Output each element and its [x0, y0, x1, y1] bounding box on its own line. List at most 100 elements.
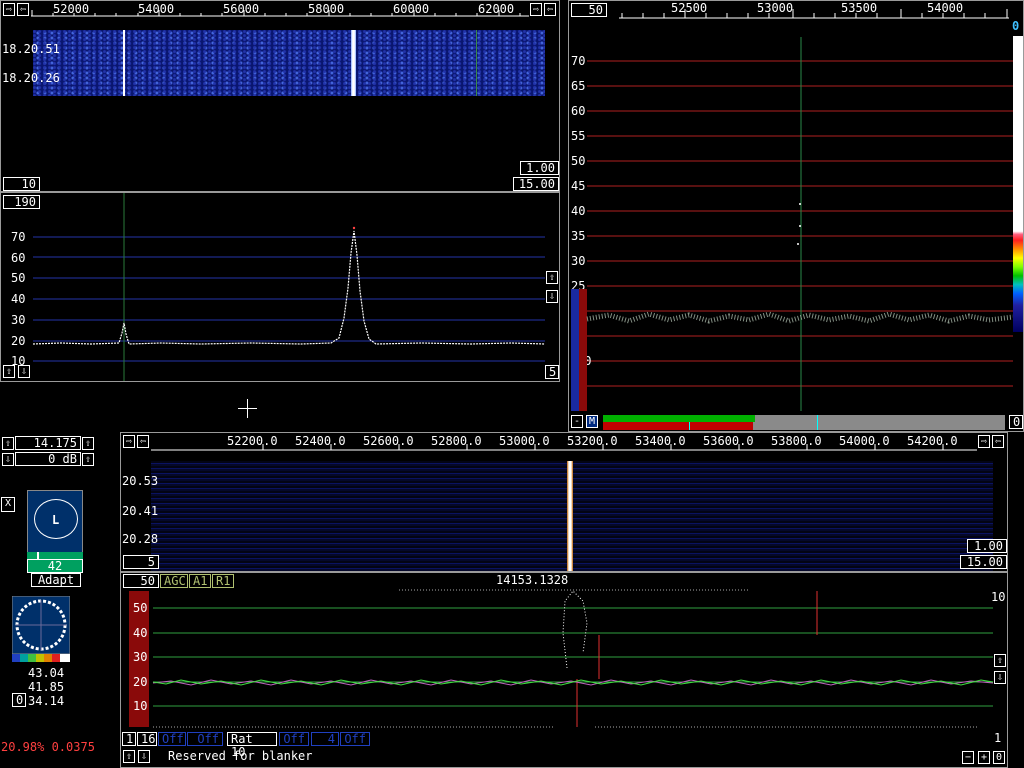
baseband-waterfall-image[interactable]	[151, 461, 993, 571]
stat-prefix-field[interactable]: 0	[12, 693, 26, 707]
bb-scale-up-button[interactable]: ⇧	[994, 654, 1006, 667]
bb-freq-tick: 53000.0	[499, 434, 550, 448]
hires-y-tick: 40	[571, 204, 585, 218]
hires-color-scale	[1013, 36, 1023, 332]
hires-graph-window: 50 52500 53000 53500 54000 0 70 65 60 55…	[568, 0, 1024, 432]
scroll-left-button-2[interactable]: ⇦	[544, 3, 556, 16]
bb-param-button[interactable]: Off	[187, 732, 223, 746]
mouse-crosshair	[238, 399, 257, 418]
hires-graph: 70 65 60 55 50 45 40 35 30 25 20 15 10 5	[571, 37, 1013, 411]
bb-param-button[interactable]: 1	[122, 732, 136, 746]
freq-up-button-2[interactable]: ⇧	[82, 437, 94, 450]
hires-corner-field[interactable]: 50	[571, 3, 607, 17]
waterfall-time-label: 18.20.51	[2, 42, 60, 56]
stat-value: 43.04	[28, 666, 65, 680]
coherent-meter: L	[27, 490, 83, 554]
bb-freq-tick: 52800.0	[431, 434, 482, 448]
bb-gain-field[interactable]: 1.00	[967, 539, 1007, 553]
hires-y-tick: 70	[571, 54, 585, 68]
stat-value: 34.14	[28, 694, 65, 708]
bb-scroll-left-button-2[interactable]: ⇦	[992, 435, 1004, 448]
bb-y-tick: 50	[133, 601, 147, 615]
bb-param-button[interactable]: Off	[279, 732, 309, 746]
gain-field[interactable]: 0 dB	[15, 452, 81, 466]
wide-freq-tick: 52000	[53, 2, 89, 16]
freq-up-button[interactable]: ⇧	[2, 437, 14, 450]
bb-scroll-left-button[interactable]: ⇦	[137, 435, 149, 448]
zero-up-button[interactable]: ⇧	[3, 365, 15, 378]
wf-avg-field[interactable]: 10	[3, 177, 40, 191]
hires-s-meter-green	[603, 415, 755, 422]
meter-letter: L	[52, 513, 60, 527]
bb-avg-field[interactable]: 5	[123, 555, 159, 569]
bb-freq-tick: 52200.0	[227, 434, 278, 448]
bb-freq-scale: 52200.0 52400.0 52600.0 52800.0 53000.0 …	[151, 434, 977, 451]
waterfall-strong-signal	[351, 30, 356, 96]
hires-minus-button[interactable]: -	[571, 415, 583, 428]
bb-bottom-right-value: 1	[994, 731, 1002, 745]
hires-noise-trace	[586, 311, 1013, 324]
bb-freq-tick: 53400.0	[635, 434, 686, 448]
hires-bottom-right-field[interactable]: 0	[1009, 415, 1023, 429]
hires-freq-tick: 54000	[927, 1, 963, 15]
bb-right-value: 10	[991, 590, 1005, 604]
scale-down-button[interactable]: ⇩	[546, 290, 558, 303]
hires-m-button[interactable]: M	[586, 415, 598, 428]
bb-param-button[interactable]: Off	[340, 732, 370, 746]
bb-freq-tick: 53600.0	[703, 434, 754, 448]
gain-down-button[interactable]: ⇩	[2, 453, 14, 466]
waterfall-time-label: 18.20.26	[2, 71, 60, 85]
gain-up-button[interactable]: ⇧	[82, 453, 94, 466]
bb-scroll-right-button[interactable]: ⇨	[123, 435, 135, 448]
bb-param-button[interactable]: Off	[158, 732, 186, 746]
hires-freq-tick: 52500	[671, 1, 707, 15]
wf-gain-field[interactable]: 1.00	[520, 161, 559, 175]
hires-level-bar-blue	[571, 289, 579, 411]
bb-param-button[interactable]: 16	[137, 732, 157, 746]
frequency-field[interactable]: 14.175	[15, 436, 81, 450]
bb-waterfall-signal	[567, 461, 573, 571]
hires-y-tick: 65	[571, 79, 585, 93]
wide-waterfall-image[interactable]	[33, 30, 545, 96]
meter-value-field: 42	[27, 559, 83, 573]
spectrum-right-field[interactable]: 5	[545, 365, 559, 379]
baseband-waterfall-window: ⇨ ⇦ ⇨ ⇦ 52200.0 52400.0 52600.0 52800.0 …	[120, 432, 1008, 572]
zero-down-button[interactable]: ⇩	[18, 365, 30, 378]
hires-s-meter	[603, 415, 1005, 430]
wf-zero-field[interactable]: 15.00	[513, 177, 559, 191]
bb-y-tick: 10	[133, 699, 147, 713]
y-axis-tick: 30	[11, 313, 25, 327]
bb-time-label: 20.28	[122, 532, 159, 546]
bb-zero-field[interactable]: 15.00	[960, 555, 1007, 569]
scale-up-button[interactable]: ⇧	[546, 271, 558, 284]
meter-bar-green	[27, 552, 83, 559]
hires-freq-tick: 53500	[841, 1, 877, 15]
y-axis-tick: 60	[11, 251, 25, 265]
scroll-right-button-2[interactable]: ⇨	[530, 3, 542, 16]
blanker-label: Reserved for blanker	[168, 749, 313, 763]
bb-scroll-right-button-2[interactable]: ⇨	[978, 435, 990, 448]
close-button[interactable]: X	[1, 497, 15, 512]
scroll-right-button[interactable]: ⇨	[3, 3, 15, 16]
hires-freq-scale: 52500 53000 53500 54000	[619, 1, 1009, 19]
wide-freq-tick: 60000	[393, 2, 429, 16]
bb-minus-button[interactable]: −	[962, 751, 974, 764]
hires-freq-tick: 53000	[757, 1, 793, 15]
y-axis-tick: 40	[11, 292, 25, 306]
bb-zero-button[interactable]: 0	[993, 751, 1005, 764]
scroll-left-button[interactable]: ⇦	[17, 3, 29, 16]
hires-s-meter-marker	[689, 422, 690, 430]
bb-scale-down-button[interactable]: ⇩	[994, 671, 1006, 684]
bb-param-button[interactable]: Rat 10	[227, 732, 277, 759]
bb-zero-up-button[interactable]: ⇧	[123, 750, 135, 763]
bb-zero-down-button[interactable]: ⇩	[138, 750, 150, 763]
meter-bar-marker	[37, 552, 39, 559]
bb-freq-tick: 54200.0	[907, 434, 958, 448]
wide-waterfall-window: ⇨ ⇦ ⇨ ⇦ 52000 54000 56000 58000 60000 62…	[0, 0, 560, 192]
spectrum-trace	[32, 230, 546, 345]
bb-plus-button[interactable]: +	[978, 751, 990, 764]
bb-param-button[interactable]: 4	[311, 732, 339, 746]
wide-freq-tick: 62000	[478, 2, 514, 16]
adapt-button[interactable]: Adapt	[31, 573, 81, 587]
bb-signal-envelope	[562, 590, 588, 669]
